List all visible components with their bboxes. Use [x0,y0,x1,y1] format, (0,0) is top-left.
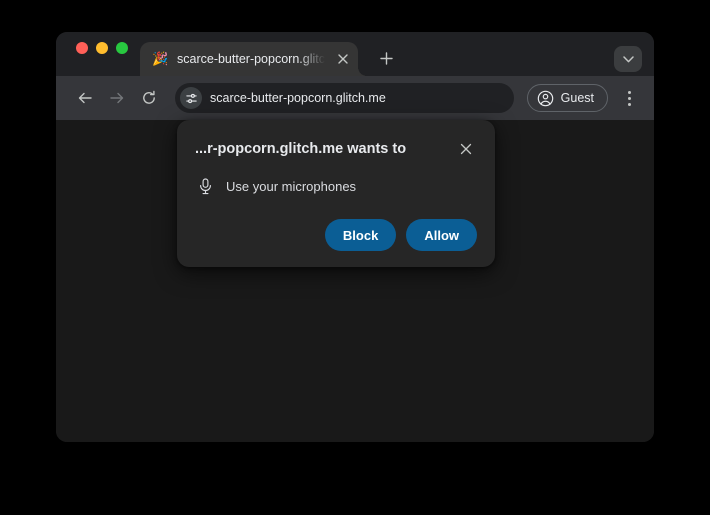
allow-button[interactable]: Allow [406,219,477,251]
window-close-button[interactable] [76,41,88,54]
tab-strip: 🎉 scarce-butter-popcorn.glitch. [56,32,654,76]
tab-search-chevron-down-icon[interactable] [614,46,642,72]
address-bar-url: scarce-butter-popcorn.glitch.me [210,91,386,105]
back-button[interactable] [70,83,100,113]
tune-sliders-icon[interactable] [180,87,202,109]
browser-toolbar: scarce-butter-popcorn.glitch.me Guest [56,76,654,120]
reload-button[interactable] [134,83,164,113]
permission-dialog-actions: Block Allow [195,219,477,251]
profile-button-guest[interactable]: Guest [526,84,608,112]
browser-tab-active[interactable]: 🎉 scarce-butter-popcorn.glitch. [140,42,358,76]
tab-close-icon[interactable] [334,50,352,68]
window-minimize-button[interactable] [96,41,108,54]
window-zoom-button[interactable] [116,41,128,54]
desktop-background: 🎉 scarce-butter-popcorn.glitch. scarce-b… [0,0,710,515]
party-popper-icon: 🎉 [152,51,169,66]
permission-label: Use your microphones [226,179,357,194]
profile-label: Guest [560,91,594,105]
block-button[interactable]: Block [324,219,397,251]
permission-dialog-header: ...r-popcorn.glitch.me wants to [195,138,477,160]
tab-title: scarce-butter-popcorn.glitch. [177,52,325,66]
window-traffic-lights [56,32,140,76]
address-bar[interactable]: scarce-butter-popcorn.glitch.me [175,83,514,113]
close-icon[interactable] [455,138,477,160]
permission-dialog-title: ...r-popcorn.glitch.me wants to [195,141,407,157]
microphone-icon [198,178,213,195]
permission-dialog: ...r-popcorn.glitch.me wants to Use your… [177,120,495,267]
new-tab-button[interactable] [372,44,400,72]
three-dot-menu-icon[interactable] [616,83,642,113]
permission-row-microphone: Use your microphones [195,178,477,195]
account-circle-icon [537,90,554,107]
forward-button[interactable] [102,83,132,113]
